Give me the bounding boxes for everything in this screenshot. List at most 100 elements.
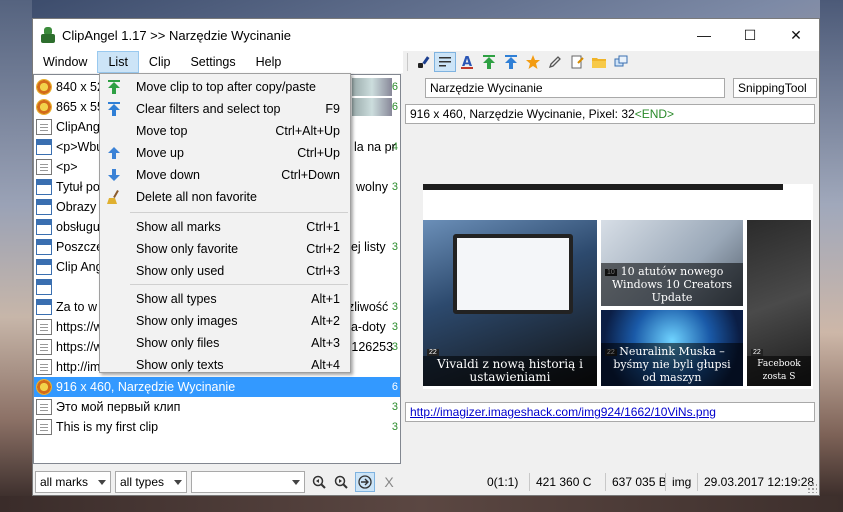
menu-item-clear-filters[interactable]: Clear filters and select top F9 [100,98,350,120]
menu-item-show-only-images[interactable]: Show only images Alt+2 [100,310,350,332]
clip-url-field[interactable]: http://imagizer.imageshack.com/img924/16… [405,402,815,422]
clip-info-text[interactable]: 916 x 460, Narzędzie Wycinanie, Pixel: 3… [405,104,815,124]
edit-document-icon[interactable] [566,52,588,72]
arrow-up-blue-icon [100,98,128,120]
menu-item-show-only-used[interactable]: Show only used Ctrl+3 [100,260,350,282]
search-next-icon[interactable] [331,472,351,492]
status-byte-size: 637 035 B [605,473,673,491]
maximize-button[interactable]: ☐ [727,19,773,51]
minimize-button[interactable]: — [681,19,727,51]
chevron-down-icon [174,480,182,485]
menu-item-move-down[interactable]: Move down Ctrl+Down [100,164,350,186]
move-top-green-icon[interactable] [478,52,500,72]
menu-item-show-all-marks[interactable]: Show all marks Ctrl+1 [100,216,350,238]
menu-item-show-only-favorite[interactable]: Show only favorite Ctrl+2 [100,238,350,260]
menu-separator [130,284,348,285]
menu-help[interactable]: Help [246,51,292,73]
auto-goto-icon[interactable] [355,472,375,492]
edit-pencil-icon[interactable] [544,52,566,72]
desktop-background-bottom [0,496,843,512]
window-controls: — ☐ ✕ [681,19,819,51]
menu-item-move-up[interactable]: Move up Ctrl+Up [100,142,350,164]
clip-image-preview[interactable]: 22 Vivaldi z nową historią i ustawieniam… [423,184,813,389]
menu-list[interactable]: List [97,51,139,73]
html-clip-icon [36,199,52,215]
html-clip-icon [36,239,52,255]
html-clip-icon [36,279,52,295]
list-item[interactable]: Это мой первый клип 3 [34,397,400,417]
list-item-selected[interactable]: 916 x 460, Narzędzie Wycinanie 6 [34,377,400,397]
preview-tile-facebook: 22 Facebook zosta S [747,220,811,386]
menu-item-move-top[interactable]: Move top Ctrl+Alt+Up [100,120,350,142]
html-clip-icon [36,259,52,275]
menu-clip[interactable]: Clip [139,51,181,73]
image-thumbnail [352,78,392,96]
menu-item-show-only-texts[interactable]: Show only texts Alt+4 [100,354,350,376]
app-window: ClipAngel 1.17 >> Narzędzie Wycinanie — … [32,18,820,496]
image-clip-icon [36,79,52,95]
menu-item-delete-non-favorite[interactable]: Delete all non favorite [100,186,350,208]
resize-grip[interactable] [807,483,817,493]
image-thumbnail [352,98,392,116]
broom-icon [100,186,128,208]
clear-search-button[interactable]: X [379,472,399,492]
word-wrap-icon[interactable] [434,52,456,72]
desktop-background-right [820,0,843,512]
arrow-up-green-icon [100,76,128,98]
text-clip-icon [36,159,52,175]
list-menu-dropdown: Move clip to top after copy/paste Clear … [99,73,351,373]
html-clip-icon [36,179,52,195]
marks-filter-select[interactable]: all marks [35,471,111,493]
clip-url-link[interactable]: http://imagizer.imageshack.com/img924/16… [410,405,716,419]
text-clip-icon [36,399,52,415]
search-previous-icon[interactable] [309,472,329,492]
close-button[interactable]: ✕ [773,19,819,51]
chevron-down-icon [292,480,300,485]
html-clip-icon [36,139,52,155]
windows-icon[interactable] [610,52,632,72]
menu-item-show-only-files[interactable]: Show only files Alt+3 [100,332,350,354]
text-clip-icon [36,419,52,435]
menu-item-show-all-types[interactable]: Show all types Alt+1 [100,288,350,310]
preview-tile-vivaldi: 22 Vivaldi z nową historią i ustawieniam… [423,220,597,386]
menu-settings[interactable]: Settings [180,51,245,73]
text-clip-icon [36,339,52,355]
html-clip-icon [36,219,52,235]
menu-separator [130,212,348,213]
preview-tile-neuralink: 22 Neuralink Muska – byśmy nie byli głup… [601,310,743,386]
status-position: 0(1:1) [487,475,519,489]
html-clip-icon [36,299,52,315]
search-input[interactable] [191,471,305,493]
preview-site-header [423,184,783,190]
title-bar[interactable]: ClipAngel 1.17 >> Narzędzie Wycinanie — … [33,19,819,51]
arrow-up-icon [100,142,128,164]
favorite-star-icon[interactable] [522,52,544,72]
brush-icon[interactable] [412,52,434,72]
desktop-background-left [0,0,32,512]
status-timestamp: 29.03.2017 12:19:28 [697,473,820,491]
open-folder-icon[interactable] [588,52,610,72]
window-title: ClipAngel 1.17 >> Narzędzie Wycinanie [62,27,291,43]
text-format-icon[interactable]: A [456,52,478,72]
list-item[interactable]: This is my first clip 3 [34,417,400,437]
text-clip-icon [36,359,52,375]
clip-title-field[interactable]: Narzędzie Wycinanie [425,78,725,98]
text-clip-icon [36,319,52,335]
image-clip-icon [36,99,52,115]
text-clip-icon [36,119,52,135]
clipangel-app-icon [40,27,56,43]
clip-detail-pane: Narzędzie Wycinanie SnippingTool 916 x 4… [403,74,819,464]
bottom-bar: all marks all types X 0(1:1) 421 360 C 6… [33,469,819,495]
clip-toolbar: A [403,51,819,73]
types-filter-select[interactable]: all types [115,471,187,493]
status-clip-type: img [665,473,697,491]
move-top-blue-icon[interactable] [500,52,522,72]
status-char-count: 421 360 C [529,473,597,491]
chevron-down-icon [98,480,106,485]
image-clip-icon [36,379,52,395]
arrow-down-icon [100,164,128,186]
preview-tile-windows: 10 10 atutów nowego Windows 10 Creators … [601,220,743,306]
menu-item-move-to-top-after-paste[interactable]: Move clip to top after copy/paste [100,76,350,98]
menu-window[interactable]: Window [33,51,97,73]
clip-application-field[interactable]: SnippingTool [733,78,817,98]
